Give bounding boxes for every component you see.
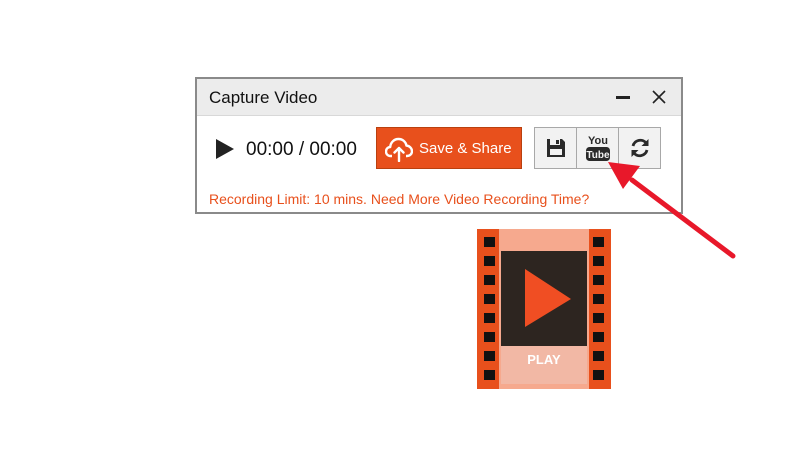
video-play-logo: PLAY: [477, 229, 611, 389]
play-button[interactable]: [213, 137, 237, 161]
dialog-title: Capture Video: [209, 88, 318, 107]
play-icon: [216, 139, 234, 159]
floppy-disk-icon: [546, 139, 565, 157]
save-share-label: Save & Share: [419, 140, 512, 157]
minimize-button[interactable]: [605, 79, 641, 115]
video-logo-label: PLAY: [527, 352, 561, 367]
youtube-icon-you: You: [588, 135, 608, 147]
time-display: 00:00 / 00:00: [246, 139, 357, 160]
title-bar: Capture Video: [197, 79, 681, 116]
save-button[interactable]: [535, 128, 577, 168]
save-share-button[interactable]: Save & Share: [376, 127, 522, 169]
red-arrow-annotation: [608, 162, 736, 259]
recording-limit-link[interactable]: Recording Limit: 10 mins. Need More Vide…: [209, 191, 589, 207]
cloud-upload-icon: [385, 137, 413, 162]
minimize-icon: [616, 96, 630, 99]
close-icon: [652, 90, 666, 104]
close-button[interactable]: [641, 79, 677, 115]
